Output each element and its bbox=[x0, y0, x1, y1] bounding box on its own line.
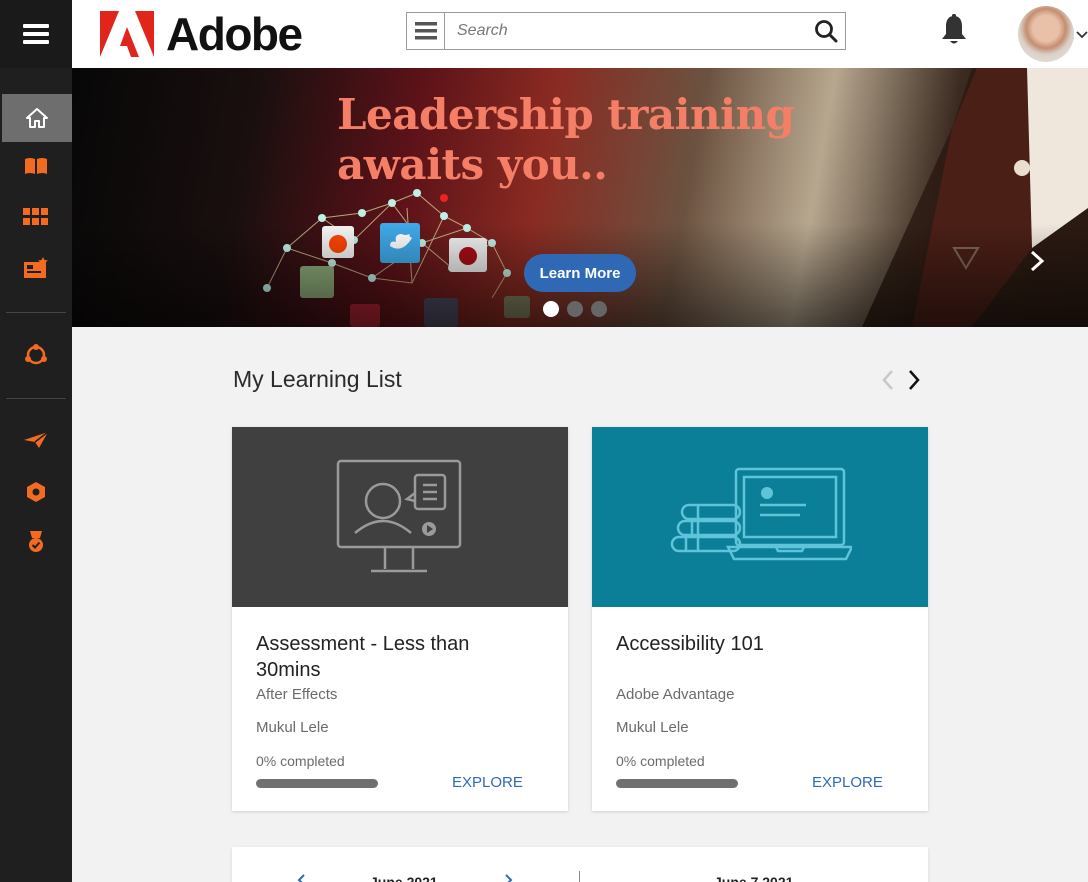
card-author: Mukul Lele bbox=[616, 719, 689, 736]
social-icon bbox=[25, 344, 47, 365]
search-filter-button[interactable] bbox=[407, 13, 445, 49]
explore-link[interactable]: EXPLORE bbox=[452, 774, 523, 791]
sidebar-item-skills[interactable] bbox=[0, 244, 72, 292]
search-button[interactable] bbox=[807, 13, 845, 49]
user-menu-toggle[interactable] bbox=[1076, 26, 1088, 44]
carousel-dot-1[interactable] bbox=[543, 301, 559, 317]
chevron-left-icon bbox=[297, 874, 305, 882]
sidebar-item-social[interactable] bbox=[0, 331, 72, 379]
skills-board-icon bbox=[24, 257, 48, 278]
hero-banner: Leadership training awaits you.. Learn M… bbox=[72, 68, 1088, 327]
calendar-divider bbox=[579, 871, 580, 882]
card-progress-bar bbox=[256, 779, 378, 788]
calendar-prev-month-button[interactable] bbox=[296, 873, 306, 882]
search-icon bbox=[815, 20, 838, 43]
main-menu-button[interactable] bbox=[0, 0, 72, 68]
chevron-left-icon bbox=[882, 370, 893, 390]
badge-icon bbox=[27, 482, 45, 502]
catalog-grid-icon bbox=[23, 208, 48, 225]
chevron-right-icon bbox=[909, 370, 920, 390]
logo-text: Adobe bbox=[166, 8, 303, 60]
carousel-dots bbox=[543, 301, 607, 317]
adobe-logo[interactable]: Adobe bbox=[100, 8, 303, 60]
search-input[interactable] bbox=[445, 13, 807, 49]
elearning-laptop-icon bbox=[670, 467, 852, 561]
card-thumbnail bbox=[232, 427, 568, 607]
card-subtitle: Adobe Advantage bbox=[616, 686, 735, 703]
card-progress-text: 0% completed bbox=[616, 753, 705, 769]
sidebar-item-home[interactable] bbox=[2, 94, 72, 142]
card-title: Assessment - Less than 30mins bbox=[256, 633, 470, 681]
sidebar-divider bbox=[6, 398, 66, 399]
section-title-my-learning-list: My Learning List bbox=[233, 366, 402, 392]
calendar-month-label: June 2021 bbox=[370, 874, 438, 882]
notifications-button[interactable] bbox=[940, 14, 968, 51]
learning-card[interactable]: Accessibility 101 Adobe Advantage Mukul … bbox=[592, 427, 928, 811]
paper-plane-icon bbox=[24, 431, 49, 448]
sidebar-item-announcements[interactable] bbox=[0, 416, 72, 464]
sidebar-item-my-learning[interactable] bbox=[0, 142, 72, 190]
user-avatar[interactable] bbox=[1018, 6, 1074, 62]
calendar-selected-day-label: June 7 2021 bbox=[714, 874, 794, 882]
sidebar-item-badges[interactable] bbox=[0, 468, 72, 516]
hamburger-icon bbox=[23, 24, 49, 44]
bell-icon bbox=[942, 14, 966, 44]
book-icon bbox=[25, 158, 47, 174]
learn-more-button[interactable]: Learn More bbox=[524, 254, 636, 292]
sidebar-item-catalog[interactable] bbox=[0, 193, 72, 241]
calendar-next-month-button[interactable] bbox=[504, 873, 514, 882]
learning-list-prev-button[interactable] bbox=[880, 368, 896, 397]
search-bar bbox=[406, 12, 846, 50]
banner-title-line-1: Leadership training bbox=[337, 90, 795, 139]
virtual-classroom-icon bbox=[336, 459, 462, 573]
top-header: Adobe bbox=[72, 0, 1088, 68]
carousel-dot-2[interactable] bbox=[567, 301, 583, 317]
medal-icon bbox=[29, 531, 43, 552]
sidebar-item-achievements[interactable] bbox=[0, 518, 72, 566]
banner-title: Leadership training awaits you.. bbox=[337, 90, 795, 190]
card-author: Mukul Lele bbox=[256, 719, 329, 736]
carousel-dot-3[interactable] bbox=[591, 301, 607, 317]
sidebar-divider bbox=[6, 312, 66, 313]
home-icon bbox=[26, 108, 48, 128]
learning-list-next-button[interactable] bbox=[906, 368, 922, 397]
card-progress-bar bbox=[616, 779, 738, 788]
card-subtitle: After Effects bbox=[256, 686, 338, 703]
left-sidebar bbox=[0, 0, 72, 882]
banner-next-button[interactable] bbox=[1022, 244, 1052, 283]
banner-title-line-2: awaits you.. bbox=[337, 140, 608, 189]
list-menu-icon bbox=[414, 22, 437, 40]
chevron-down-icon bbox=[1076, 31, 1088, 39]
explore-link[interactable]: EXPLORE bbox=[812, 774, 883, 791]
adobe-logo-mark-icon bbox=[100, 11, 154, 57]
card-progress-text: 0% completed bbox=[256, 753, 345, 769]
chevron-right-icon bbox=[1030, 250, 1045, 272]
calendar-widget: June 2021 June 7 2021 bbox=[232, 847, 928, 882]
card-thumbnail bbox=[592, 427, 928, 607]
learning-card[interactable]: Assessment - Less than 30mins After Effe… bbox=[232, 427, 568, 811]
card-title: Accessibility 101 bbox=[616, 633, 764, 655]
chevron-right-icon bbox=[505, 874, 513, 882]
